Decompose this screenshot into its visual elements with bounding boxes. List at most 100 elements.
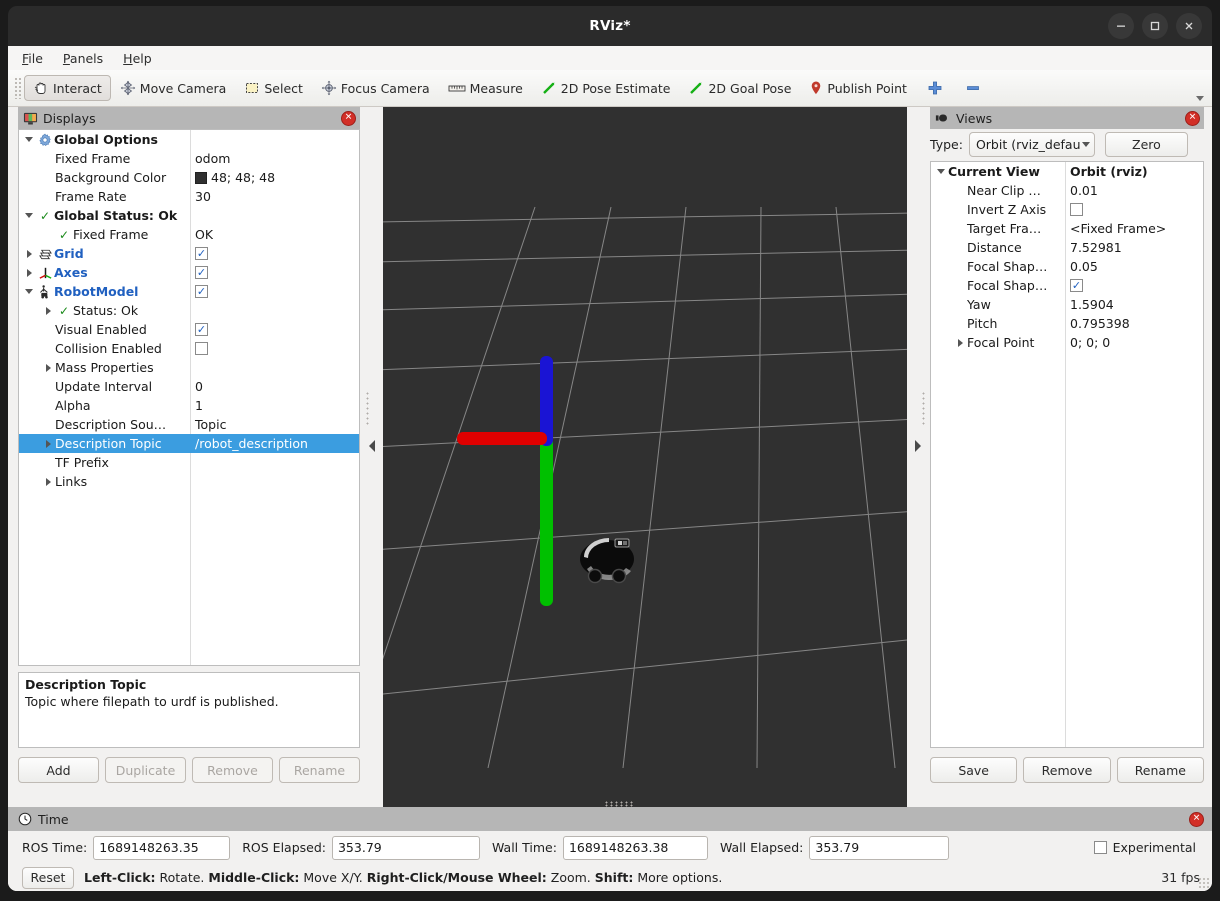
tool-2d-goal-pose[interactable]: 2D Goal Pose — [679, 75, 800, 101]
tool-focus-camera[interactable]: Focus Camera — [312, 75, 439, 101]
toolbar-extension-button[interactable] — [1190, 73, 1206, 103]
view-type-combo[interactable]: Orbit (rviz_defau — [968, 131, 1095, 157]
duplicate-display-button[interactable]: Duplicate — [105, 757, 186, 783]
display-tree-row-value[interactable]: Topic — [190, 417, 226, 432]
display-tree-row[interactable]: ✓ Fixed Frame OK — [19, 225, 359, 244]
view-tree-row[interactable]: Near Clip … 0.01 — [931, 181, 1203, 200]
tool-publish-point[interactable]: Publish Point — [800, 75, 916, 101]
display-tree-row-value[interactable]: OK — [190, 227, 213, 242]
display-tree-row[interactable]: Global Options — [19, 130, 359, 149]
collapse-right-arrow-icon[interactable] — [915, 440, 921, 452]
checkbox[interactable] — [1070, 203, 1083, 216]
zero-button[interactable]: Zero — [1104, 131, 1188, 157]
close-button[interactable] — [1176, 13, 1202, 39]
experimental-toggle[interactable]: Experimental — [1093, 840, 1196, 855]
expand-arrow-right-icon[interactable] — [954, 333, 967, 352]
displays-close-button[interactable]: ✕ — [341, 110, 356, 126]
tool-move-camera[interactable]: Move Camera — [111, 75, 236, 101]
minimize-button[interactable] — [1108, 13, 1134, 39]
display-tree-row[interactable]: Description Topic/robot_description — [19, 434, 359, 453]
view-tree-row[interactable]: Invert Z Axis — [931, 200, 1203, 219]
view-tree-row-value[interactable]: 7.52981 — [1065, 240, 1122, 255]
display-tree-row-value[interactable]: 30 — [190, 189, 211, 204]
tool-select[interactable]: Select — [235, 75, 312, 101]
display-tree-row-value[interactable]: odom — [190, 151, 230, 166]
display-tree-row-value[interactable] — [190, 342, 208, 355]
display-tree-row-value[interactable]: 0 — [190, 379, 203, 394]
menu-panels[interactable]: Panels — [63, 51, 103, 66]
display-tree-row[interactable]: TF Prefix — [19, 453, 359, 472]
menu-help[interactable]: Help — [123, 51, 152, 66]
expand-arrow-right-icon[interactable] — [23, 263, 36, 282]
display-tree-row-value[interactable]: ✓ — [190, 266, 208, 279]
view-tree-row-value[interactable]: 0; 0; 0 — [1065, 335, 1110, 350]
views-tree[interactable]: Current View Orbit (rviz) Near Clip … 0.01 I… — [930, 161, 1204, 748]
maximize-button[interactable] — [1142, 13, 1168, 39]
display-tree-row[interactable]: Alpha 1 — [19, 396, 359, 415]
display-tree-row[interactable]: Visual Enabled ✓ — [19, 320, 359, 339]
view-tree-row-value[interactable]: 0.01 — [1065, 183, 1098, 198]
ros-time-input[interactable]: 1689148263.35 — [93, 835, 231, 860]
view-tree-row-value[interactable]: <Fixed Frame> — [1065, 221, 1166, 236]
display-tree-row[interactable]: Links — [19, 472, 359, 491]
wall-elapsed-input[interactable]: 353.79 — [809, 835, 950, 860]
view-tree-row-value[interactable]: ✓ — [1065, 279, 1083, 292]
tool-remove[interactable] — [954, 75, 992, 101]
display-tree-row-value[interactable]: ✓ — [190, 247, 208, 260]
display-tree-row-value[interactable]: 1 — [190, 398, 203, 413]
collapse-left-arrow-icon[interactable] — [369, 440, 375, 452]
menu-file[interactable]: File — [22, 51, 43, 66]
displays-tree[interactable]: Global Options Fixed Frame odom Background … — [18, 129, 360, 666]
expand-arrow-right-icon[interactable] — [42, 434, 55, 453]
view-tree-row[interactable]: Distance 7.52981 — [931, 238, 1203, 257]
checkbox[interactable]: ✓ — [195, 247, 208, 260]
checkbox[interactable]: ✓ — [195, 285, 208, 298]
rename-display-button[interactable]: Rename — [279, 757, 360, 783]
rename-view-button[interactable]: Rename — [1116, 757, 1204, 783]
expand-arrow-right-icon[interactable] — [42, 358, 55, 377]
left-splitter[interactable] — [361, 107, 383, 785]
view-tree-row[interactable]: Focal Shap… 0.05 — [931, 257, 1203, 276]
view-tree-row-value[interactable]: 1.5904 — [1065, 297, 1114, 312]
display-tree-row[interactable]: Grid ✓ — [19, 244, 359, 263]
display-tree-row[interactable]: Update Interval 0 — [19, 377, 359, 396]
display-tree-row[interactable]: Mass Properties — [19, 358, 359, 377]
display-tree-row[interactable]: Fixed Frame odom — [19, 149, 359, 168]
tool-add[interactable] — [916, 75, 954, 101]
view-tree-row[interactable]: Pitch 0.795398 — [931, 314, 1203, 333]
toolbar-drag-handle[interactable] — [14, 77, 22, 99]
time-close-button[interactable]: ✕ — [1189, 811, 1204, 827]
expand-arrow-down-icon[interactable] — [23, 130, 36, 149]
display-tree-row[interactable]: RobotModel ✓ — [19, 282, 359, 301]
checkbox[interactable]: ✓ — [195, 266, 208, 279]
view-tree-row[interactable]: Yaw 1.5904 — [931, 295, 1203, 314]
remove-display-button[interactable]: Remove — [192, 757, 273, 783]
view-tree-row-value[interactable]: 0.795398 — [1065, 316, 1130, 331]
tool-2d-pose-estimate[interactable]: 2D Pose Estimate — [532, 75, 680, 101]
resize-grip[interactable] — [1198, 877, 1210, 889]
display-tree-row-value[interactable]: ✓ — [190, 285, 208, 298]
expand-arrow-right-icon[interactable] — [23, 244, 36, 263]
display-tree-row[interactable]: Background Color 48; 48; 48 — [19, 168, 359, 187]
view-tree-row-value[interactable]: Orbit (rviz) — [1065, 164, 1148, 179]
view-tree-row[interactable]: Focal Shap… ✓ — [931, 276, 1203, 295]
checkbox[interactable]: ✓ — [195, 323, 208, 336]
ros-elapsed-input[interactable]: 353.79 — [331, 835, 480, 860]
tool-measure[interactable]: Measure — [439, 75, 532, 101]
view-tree-row-value[interactable]: 0.05 — [1065, 259, 1098, 274]
display-tree-row-value[interactable]: 48; 48; 48 — [190, 170, 275, 185]
expand-arrow-right-icon[interactable] — [42, 301, 55, 320]
display-tree-row[interactable]: Collision Enabled — [19, 339, 359, 358]
checkbox[interactable] — [195, 342, 208, 355]
remove-view-button[interactable]: Remove — [1023, 757, 1111, 783]
wall-time-input[interactable]: 1689148263.38 — [562, 835, 708, 860]
view-tree-row[interactable]: Target Fra… <Fixed Frame> — [931, 219, 1203, 238]
expand-arrow-right-icon[interactable] — [42, 472, 55, 491]
display-tree-row[interactable]: ✓ Global Status: Ok — [19, 206, 359, 225]
views-close-button[interactable]: ✕ — [1185, 110, 1200, 126]
view-tree-row[interactable]: Focal Point 0; 0; 0 — [931, 333, 1203, 352]
display-tree-row[interactable]: ✓ Status: Ok — [19, 301, 359, 320]
view-tree-row[interactable]: Current View Orbit (rviz) — [931, 162, 1203, 181]
display-tree-row-value[interactable]: /robot_description — [190, 436, 308, 451]
display-tree-row[interactable]: Frame Rate 30 — [19, 187, 359, 206]
